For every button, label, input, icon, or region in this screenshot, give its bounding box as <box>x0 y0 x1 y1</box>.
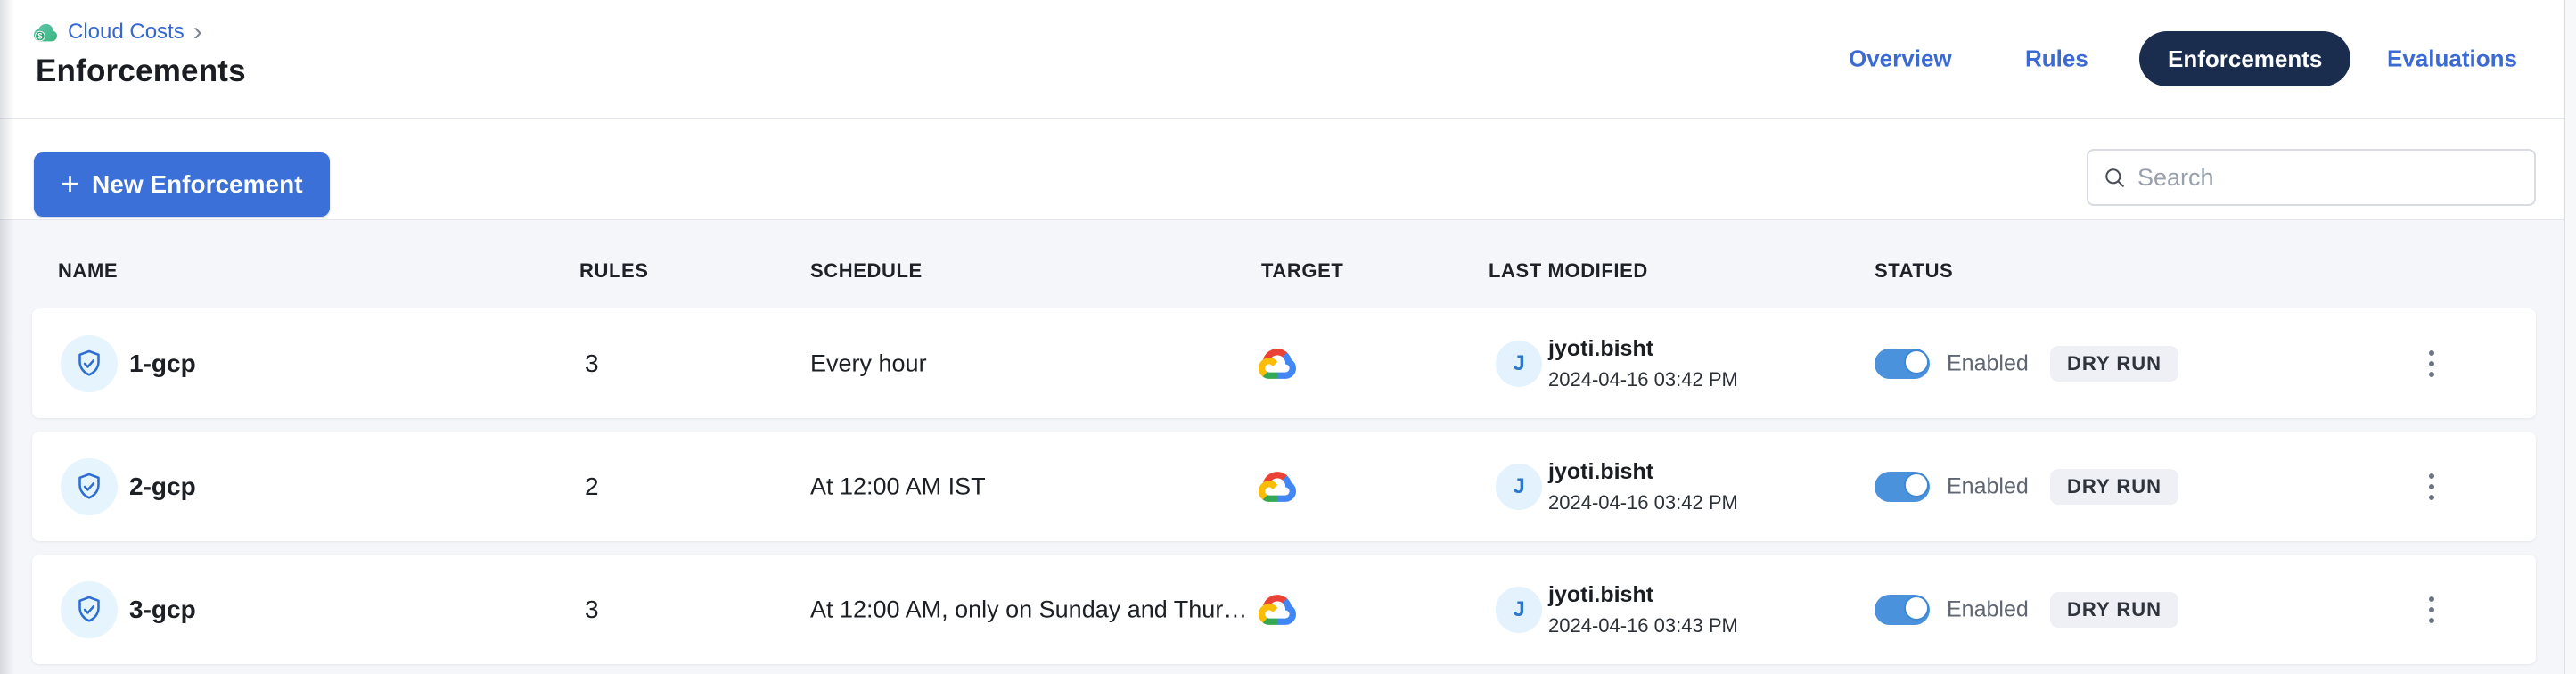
rules-count: 2 <box>585 473 599 501</box>
enabled-toggle[interactable] <box>1875 349 1930 379</box>
shield-check-icon <box>73 471 105 503</box>
enforcement-type-badge <box>61 458 118 515</box>
status-label: Enabled <box>1947 350 2029 376</box>
column-header-name: NAME <box>58 259 118 283</box>
modified-by: jyoti.bisht <box>1548 336 1738 362</box>
toggle-knob <box>1904 473 1929 497</box>
avatar: J <box>1496 464 1542 510</box>
toggle-knob <box>1904 596 1929 621</box>
tab-evaluations[interactable]: Evaluations <box>2387 45 2517 73</box>
modified-at: 2024-04-16 03:42 PM <box>1548 491 1738 514</box>
last-modified-cell: jyoti.bisht 2024-04-16 03:43 PM <box>1548 582 1738 637</box>
schedule-text: At 12:00 AM IST <box>810 473 986 500</box>
status-label: Enabled <box>1947 473 2029 499</box>
breadcrumb: Cloud Costs › <box>32 20 202 45</box>
scrollbar-rail[interactable] <box>2564 0 2576 674</box>
schedule-text: At 12:00 AM, only on Sunday and Thursday… <box>810 596 1256 623</box>
gcp-icon <box>1259 349 1296 379</box>
enforcement-name[interactable]: 3-gcp <box>129 596 196 624</box>
gcp-icon <box>1259 472 1296 502</box>
new-enforcement-button[interactable]: + New Enforcement <box>34 152 330 217</box>
plus-icon: + <box>61 168 79 200</box>
column-header-rules: RULES <box>579 259 649 283</box>
search-box <box>2087 149 2536 206</box>
last-modified-cell: jyoti.bisht 2024-04-16 03:42 PM <box>1548 336 1738 391</box>
enabled-toggle[interactable] <box>1875 472 1930 502</box>
row-menu-button[interactable] <box>2416 332 2448 396</box>
row-menu-button[interactable] <box>2416 578 2448 642</box>
tab-rules[interactable]: Rules <box>2025 45 2088 73</box>
search-icon <box>2103 166 2127 190</box>
chevron-right-icon: › <box>193 21 202 43</box>
target-cell <box>1259 348 1298 380</box>
enforcement-name[interactable]: 2-gcp <box>129 473 196 501</box>
toggle-knob <box>1904 349 1929 374</box>
enabled-toggle[interactable] <box>1875 595 1930 625</box>
rules-count: 3 <box>585 596 599 624</box>
status-label: Enabled <box>1947 596 2029 622</box>
enforcement-name[interactable]: 1-gcp <box>129 349 196 378</box>
column-header-schedule: SCHEDULE <box>810 259 923 283</box>
avatar: J <box>1496 341 1542 387</box>
shield-check-icon <box>73 348 105 380</box>
cloud-costs-icon <box>32 21 59 44</box>
page-title: Enforcements <box>36 53 246 89</box>
tab-overview[interactable]: Overview <box>1849 45 1952 73</box>
tab-enforcements-active[interactable]: Enforcements <box>2139 31 2350 86</box>
modified-by: jyoti.bisht <box>1548 582 1738 608</box>
enforcement-row[interactable]: 1-gcp 3 Every hour J jyoti.bisht 2024-04… <box>32 308 2536 418</box>
enforcement-type-badge <box>61 335 118 392</box>
target-cell <box>1259 471 1298 503</box>
enforcement-row[interactable]: 2-gcp 2 At 12:00 AM IST J jyoti.bisht 20… <box>32 432 2536 541</box>
breadcrumb-link-cloud-costs[interactable]: Cloud Costs <box>68 20 185 45</box>
column-header-status: STATUS <box>1875 259 1953 283</box>
avatar: J <box>1496 587 1542 633</box>
last-modified-cell: jyoti.bisht 2024-04-16 03:42 PM <box>1548 459 1738 514</box>
dry-run-badge: DRY RUN <box>2050 469 2178 505</box>
dry-run-badge: DRY RUN <box>2050 592 2178 628</box>
page-header: Cloud Costs › Enforcements Overview Rule… <box>0 0 2576 119</box>
row-menu-button[interactable] <box>2416 455 2448 519</box>
shield-check-icon <box>73 594 105 626</box>
dry-run-badge: DRY RUN <box>2050 346 2178 382</box>
enforcements-page: Cloud Costs › Enforcements Overview Rule… <box>0 0 2576 674</box>
modified-by: jyoti.bisht <box>1548 459 1738 485</box>
target-cell <box>1259 594 1298 626</box>
enforcement-row[interactable]: 3-gcp 3 At 12:00 AM, only on Sunday and … <box>32 555 2536 664</box>
enforcement-type-badge <box>61 581 118 638</box>
modified-at: 2024-04-16 03:43 PM <box>1548 614 1738 637</box>
schedule-text: Every hour <box>810 349 927 377</box>
column-header-target: TARGET <box>1261 259 1343 283</box>
modified-at: 2024-04-16 03:42 PM <box>1548 368 1738 391</box>
gcp-icon <box>1259 595 1296 625</box>
column-header-last-modified: LAST MODIFIED <box>1489 259 1648 283</box>
search-input[interactable] <box>2137 164 2520 192</box>
rules-count: 3 <box>585 349 599 378</box>
new-enforcement-label: New Enforcement <box>92 170 303 199</box>
